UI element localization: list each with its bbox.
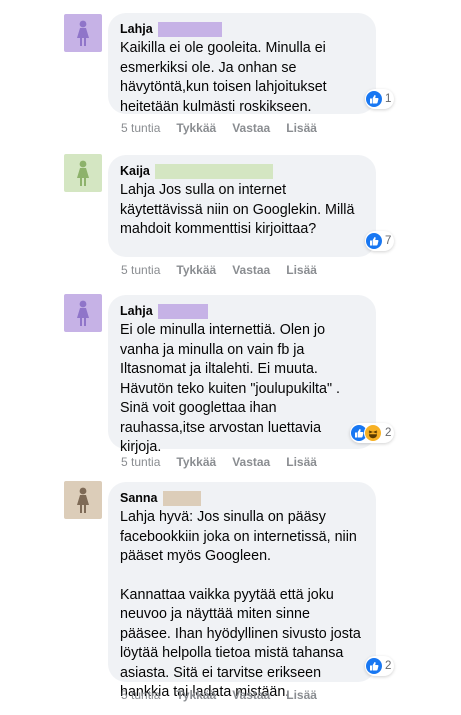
like-button[interactable]: Tykkää bbox=[176, 121, 216, 135]
avatar[interactable] bbox=[64, 154, 102, 192]
reply-button[interactable]: Vastaa bbox=[232, 263, 270, 277]
author-name[interactable]: Lahja bbox=[120, 22, 153, 36]
comment-actions: 5 tuntia Tykkää Vastaa Lisää bbox=[121, 688, 333, 702]
reaction-summary[interactable]: 7 bbox=[365, 231, 395, 251]
timestamp[interactable]: 5 tuntia bbox=[121, 688, 160, 702]
female-silhouette-icon bbox=[77, 300, 89, 326]
redacted-surname bbox=[157, 21, 222, 37]
comment-text: Ei ole minulla internettiä. Olen jo vanh… bbox=[120, 322, 344, 455]
author-name[interactable]: Lahja bbox=[120, 304, 153, 318]
author-name[interactable]: Sanna bbox=[120, 491, 158, 505]
author-name[interactable]: Kaija bbox=[120, 164, 150, 178]
more-button[interactable]: Lisää bbox=[286, 263, 317, 277]
like-button[interactable]: Tykkää bbox=[176, 688, 216, 702]
comment-paragraph: Kannattaa vaikka pyytää että joku neuvoo… bbox=[120, 586, 365, 701]
more-button[interactable]: Lisää bbox=[286, 688, 317, 702]
like-button[interactable]: Tykkää bbox=[176, 263, 216, 277]
comment-bubble: Lahja Ei ole minulla internettiä. Olen j… bbox=[108, 295, 376, 455]
reaction-count: 7 bbox=[385, 235, 392, 247]
haha-reaction-icon bbox=[364, 424, 382, 442]
comment-bubble: Lahja Kaikilla ei ole gooleita. Minulla … bbox=[108, 13, 376, 115]
female-silhouette-icon bbox=[77, 160, 89, 186]
reaction-summary[interactable]: 1 bbox=[365, 89, 395, 109]
female-silhouette-icon bbox=[77, 20, 89, 46]
female-silhouette-icon bbox=[77, 487, 89, 513]
timestamp[interactable]: 5 tuntia bbox=[121, 121, 160, 135]
comment-text: Kaikilla ei ole gooleita. Minulla ei esm… bbox=[120, 40, 331, 115]
avatar[interactable] bbox=[64, 14, 102, 52]
like-button[interactable]: Tykkää bbox=[176, 455, 216, 469]
like-reaction-icon bbox=[366, 233, 382, 249]
like-reaction-icon bbox=[366, 658, 382, 674]
reaction-count: 1 bbox=[385, 93, 392, 105]
comment-actions: 5 tuntia Tykkää Vastaa Lisää bbox=[121, 263, 333, 277]
avatar[interactable] bbox=[64, 481, 102, 519]
redacted-surname bbox=[162, 490, 201, 506]
more-button[interactable]: Lisää bbox=[286, 121, 317, 135]
redacted-surname bbox=[154, 163, 273, 179]
reaction-summary[interactable]: 2 bbox=[350, 423, 395, 443]
redacted-surname bbox=[157, 303, 208, 319]
avatar[interactable] bbox=[64, 294, 102, 332]
reaction-summary[interactable]: 2 bbox=[365, 656, 395, 676]
like-reaction-icon bbox=[366, 91, 382, 107]
reply-button[interactable]: Vastaa bbox=[232, 455, 270, 469]
comment-bubble: Kaija Lahja Jos sulla on internet käytet… bbox=[108, 155, 376, 257]
reply-button[interactable]: Vastaa bbox=[232, 121, 270, 135]
comment-paragraph: Lahja hyvä: Jos sinulla on pääsy faceboo… bbox=[120, 509, 361, 564]
reply-button[interactable]: Vastaa bbox=[232, 688, 270, 702]
reaction-count: 2 bbox=[385, 660, 392, 672]
reaction-count: 2 bbox=[385, 427, 392, 439]
comment-actions: 5 tuntia Tykkää Vastaa Lisää bbox=[121, 455, 333, 469]
comment-bubble: Sanna Lahja hyvä: Jos sinulla on pääsy f… bbox=[108, 482, 376, 700]
comment-actions: 5 tuntia Tykkää Vastaa Lisää bbox=[121, 121, 333, 135]
timestamp[interactable]: 5 tuntia bbox=[121, 263, 160, 277]
more-button[interactable]: Lisää bbox=[286, 455, 317, 469]
timestamp[interactable]: 5 tuntia bbox=[121, 455, 160, 469]
comment-text: Lahja Jos sulla on internet käytettäviss… bbox=[120, 182, 359, 237]
